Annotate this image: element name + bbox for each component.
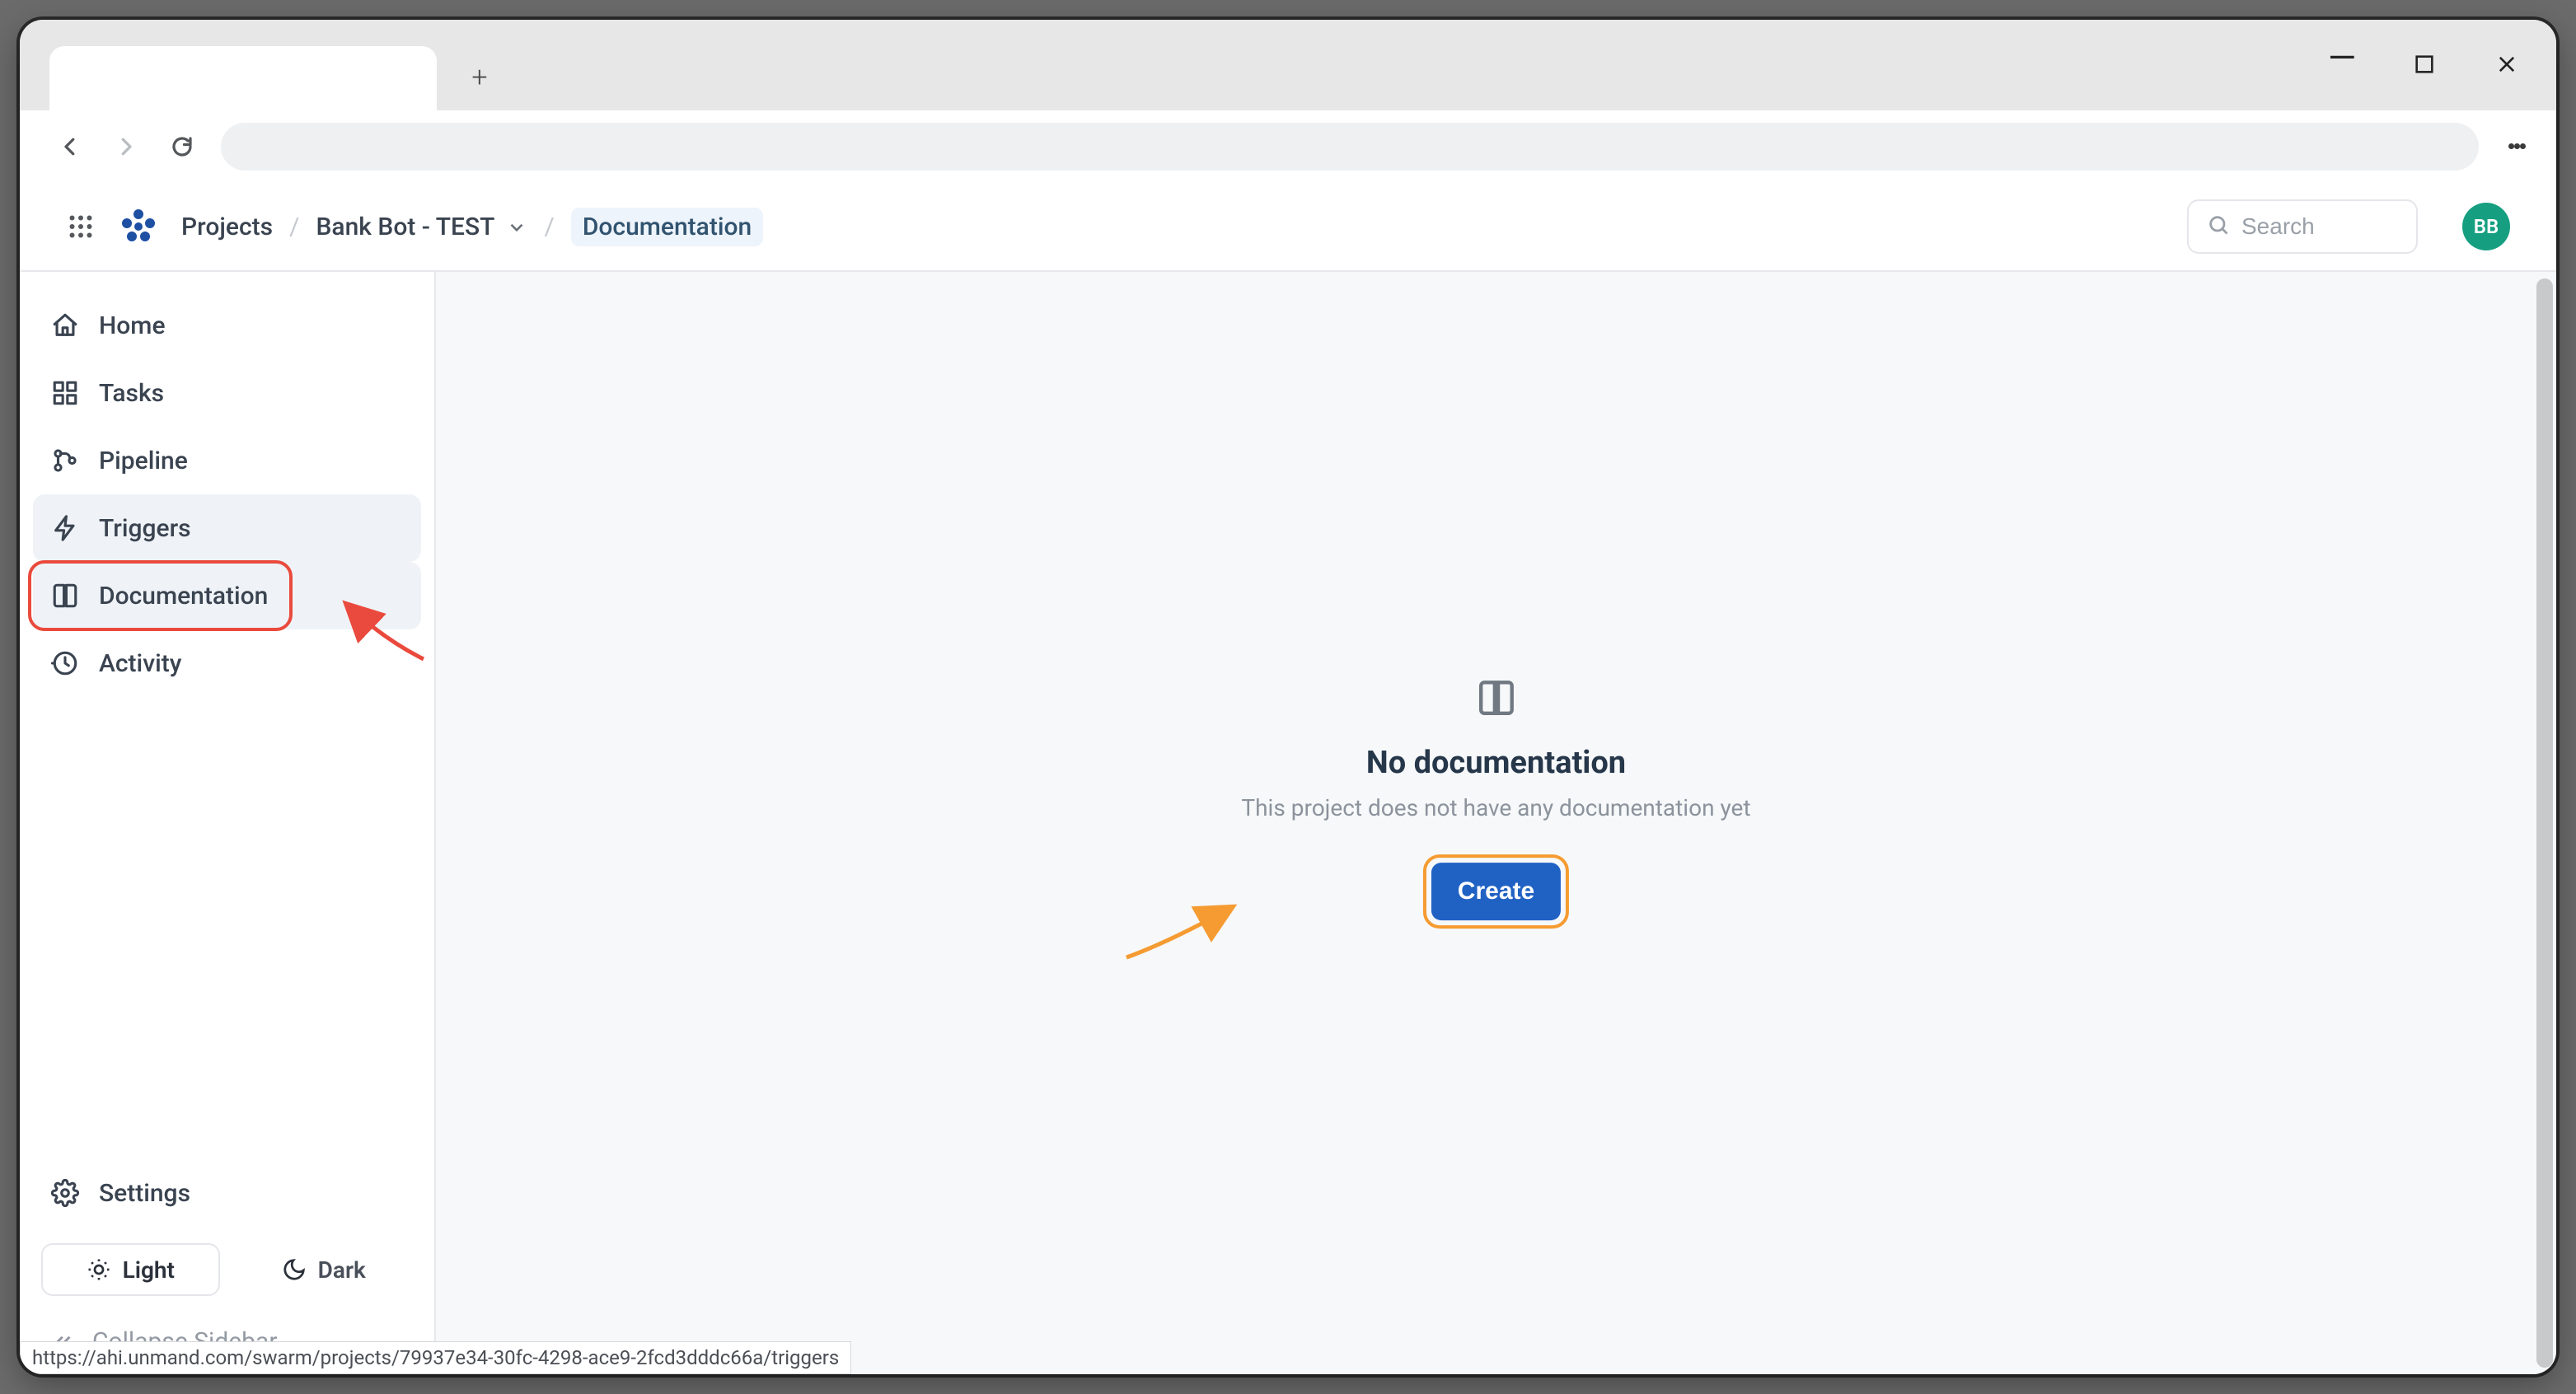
annotation-arrow-orange — [1122, 891, 1253, 966]
browser-reload-button[interactable] — [165, 129, 199, 164]
book-icon — [51, 582, 79, 610]
empty-state: No documentation This project does not h… — [1241, 677, 1750, 929]
browser-back-button[interactable] — [53, 129, 87, 164]
create-button[interactable]: Create — [1431, 863, 1561, 920]
app-header: Projects / Bank Bot - TEST / Documentati… — [20, 183, 2556, 272]
status-url: https://ahi.unmand.com/swarm/projects/79… — [32, 1346, 839, 1369]
avatar[interactable]: BB — [2462, 203, 2510, 250]
sidebar-item-label: Triggers — [99, 514, 191, 543]
browser-forward-button[interactable] — [109, 129, 143, 164]
theme-light-label: Light — [123, 1256, 175, 1284]
sidebar-item-pipeline[interactable]: Pipeline — [33, 427, 421, 494]
browser-tabstrip: + — — [20, 20, 2556, 110]
sidebar-item-label: Activity — [99, 649, 181, 678]
book-open-icon — [1475, 677, 1516, 718]
sidebar-item-label: Home — [99, 311, 166, 340]
sidebar-item-triggers[interactable]: Triggers — [33, 494, 421, 562]
activity-icon — [51, 649, 79, 677]
sidebar-item-label: Settings — [99, 1179, 190, 1208]
window-controls: — — [2325, 48, 2523, 81]
sun-icon — [87, 1257, 111, 1282]
empty-subtitle: This project does not have any documenta… — [1241, 794, 1750, 821]
browser-menu-button[interactable] — [2500, 141, 2533, 152]
chevron-down-icon — [506, 216, 527, 237]
sidebar-item-label: Documentation — [99, 582, 268, 610]
search-box[interactable] — [2187, 199, 2418, 254]
sidebar-item-activity[interactable]: Activity — [33, 629, 421, 697]
sidebar-item-tasks[interactable]: Tasks — [33, 359, 421, 427]
scrollbar[interactable] — [2536, 278, 2553, 1368]
tasks-icon — [51, 379, 79, 407]
theme-dark-label: Dark — [318, 1256, 366, 1284]
annotation-highlight-orange: Create — [1423, 854, 1569, 929]
home-icon — [51, 311, 79, 339]
breadcrumb-project[interactable]: Bank Bot - TEST — [316, 213, 527, 241]
sidebar-item-label: Tasks — [99, 379, 164, 408]
theme-dark-button[interactable]: Dark — [235, 1243, 414, 1296]
breadcrumb-current[interactable]: Documentation — [571, 208, 763, 246]
breadcrumb-separator: / — [544, 213, 554, 241]
sidebar-item-settings[interactable]: Settings — [33, 1159, 421, 1227]
app-body: Home Tasks Pipeline Triggers Documentati… — [20, 272, 2556, 1374]
breadcrumb: Projects / Bank Bot - TEST / Documentati… — [181, 208, 763, 246]
window-maximize-button[interactable] — [2408, 48, 2441, 81]
theme-toggle: Light Dark — [33, 1227, 421, 1312]
triggers-icon — [51, 514, 79, 542]
browser-toolbar — [20, 110, 2556, 183]
sidebar: Home Tasks Pipeline Triggers Documentati… — [20, 272, 436, 1374]
sidebar-item-label: Pipeline — [99, 447, 188, 475]
moon-icon — [282, 1257, 307, 1282]
browser-status-bar: https://ahi.unmand.com/swarm/projects/79… — [20, 1341, 851, 1374]
main-content: No documentation This project does not h… — [436, 272, 2556, 1374]
sidebar-item-documentation[interactable]: Documentation — [33, 562, 421, 629]
window-minimize-button[interactable]: — — [2325, 48, 2358, 81]
search-icon — [2207, 213, 2230, 240]
browser-window: + — — [20, 20, 2556, 1374]
sidebar-item-home[interactable]: Home — [33, 292, 421, 359]
search-input[interactable] — [2241, 213, 2398, 240]
gear-icon — [51, 1179, 79, 1207]
empty-title: No documentation — [1366, 745, 1626, 781]
browser-tab-active[interactable] — [49, 46, 437, 110]
theme-light-button[interactable]: Light — [41, 1243, 220, 1296]
window-close-button[interactable] — [2490, 48, 2523, 81]
breadcrumb-separator: / — [289, 213, 299, 241]
breadcrumb-project-label: Bank Bot - TEST — [316, 213, 494, 241]
breadcrumb-root[interactable]: Projects — [181, 213, 273, 241]
app-logo-icon[interactable] — [119, 207, 158, 246]
pipeline-icon — [51, 447, 79, 475]
browser-address-bar[interactable] — [221, 123, 2479, 171]
app-switcher-icon[interactable] — [66, 212, 96, 241]
new-tab-button[interactable]: + — [465, 63, 494, 92]
